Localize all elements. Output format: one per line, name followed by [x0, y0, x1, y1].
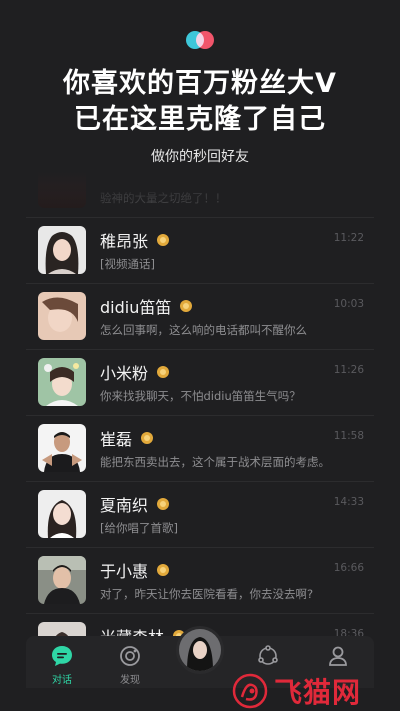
discover-icon — [120, 646, 140, 666]
chat-row[interactable]: 夏南织 [给你唱了首歌] 14:33 — [26, 482, 374, 548]
watermark-logo-icon — [232, 673, 268, 709]
chat-message: [视频通话] — [100, 257, 155, 271]
chat-name: 稚昂张 — [100, 228, 170, 252]
tab-discover-label: 发现 — [120, 675, 140, 686]
chat-row[interactable]: 崔磊 能把东西卖出去，这个属于战术层面的考虑。 11:58 — [26, 416, 374, 482]
avatar — [38, 172, 86, 208]
chat-name-text: didiu笛笛 — [100, 298, 172, 317]
avatar — [38, 292, 86, 340]
chat-time: 14:33 — [333, 496, 364, 508]
chat-message: 对了，昨天让你去医院看看，你去没去啊? — [100, 587, 314, 601]
chat-name: 于小惠 — [100, 558, 170, 582]
chat-message: 能把东西卖出去，这个属于战术层面的考虑。 — [100, 455, 330, 469]
headline: 你喜欢的百万粉丝大V 已在这里克隆了自己 — [0, 66, 400, 138]
avatar — [38, 424, 86, 472]
chat-row[interactable]: 验神的大量之切绝了！！ — [26, 172, 374, 218]
verified-badge-icon — [141, 432, 154, 444]
chat-time: 11:58 — [333, 430, 364, 442]
watermark-text: 飞猫网 — [274, 676, 362, 709]
center-avatar-button[interactable] — [176, 626, 224, 674]
chat-time: 10:03 — [333, 298, 364, 310]
verified-badge-icon — [180, 300, 193, 312]
chat-message: 怎么回事啊，这么响的电话都叫不醒你么 — [100, 323, 307, 337]
tab-chat-label: 对话 — [52, 675, 72, 686]
verified-badge-icon — [157, 564, 170, 576]
chat-name: 夏南织 — [100, 492, 170, 516]
avatar — [38, 358, 86, 406]
tab-profile[interactable] — [308, 644, 368, 671]
chat-time: 11:26 — [333, 364, 364, 376]
chat-name: 崔磊 — [100, 426, 154, 450]
watermark: 飞猫网 — [232, 671, 392, 711]
chat-row[interactable]: didiu笛笛 怎么回事啊，这么响的电话都叫不醒你么 10:03 — [26, 284, 374, 350]
chat-message: 验神的大量之切绝了！！ — [100, 191, 227, 205]
chat-list[interactable]: 验神的大量之切绝了！！ 稚昂张 [视频通话] 11:22 didiu笛笛 怎么回… — [26, 172, 374, 650]
chat-name: 小米粉 — [100, 360, 170, 384]
verified-badge-icon — [157, 498, 170, 510]
subtitle: 做你的秒回好友 — [151, 149, 249, 165]
chat-name-text: 于小惠 — [100, 562, 149, 581]
chat-time: 16:66 — [333, 562, 364, 574]
verified-badge-icon — [157, 366, 170, 378]
chat-name-text: 稚昂张 — [100, 232, 149, 251]
headline-line-2: 已在这里克隆了自己 — [74, 104, 326, 135]
avatar — [179, 629, 221, 671]
chat-name-text: 小米粉 — [100, 364, 149, 383]
chat-bubble-icon — [52, 646, 72, 666]
tab-community[interactable] — [238, 644, 298, 671]
chat-row[interactable]: 于小惠 对了，昨天让你去医院看看，你去没去啊? 16:66 — [26, 548, 374, 614]
profile-icon — [329, 646, 347, 666]
community-icon — [258, 645, 278, 665]
verified-badge-icon — [157, 234, 170, 246]
chat-message: [给你唱了首歌] — [100, 521, 178, 535]
headline-line-1: 你喜欢的百万粉丝大V — [63, 68, 337, 99]
chat-name-text: 夏南织 — [100, 496, 149, 515]
avatar — [38, 226, 86, 274]
avatar — [38, 490, 86, 538]
tab-chat[interactable]: 对话 — [32, 644, 92, 686]
chat-name-text: 崔磊 — [100, 430, 133, 449]
chat-name: didiu笛笛 — [100, 294, 193, 318]
chat-message: 你来找我聊天，不怕didiu笛笛生气吗？ — [100, 389, 301, 403]
chat-row[interactable]: 小米粉 你来找我聊天，不怕didiu笛笛生气吗？ 11:26 — [26, 350, 374, 416]
tab-discover[interactable]: 发现 — [100, 644, 160, 686]
chat-time: 11:22 — [333, 232, 364, 244]
app-logo — [186, 31, 214, 49]
chat-row[interactable]: 稚昂张 [视频通话] 11:22 — [26, 218, 374, 284]
avatar — [38, 556, 86, 604]
